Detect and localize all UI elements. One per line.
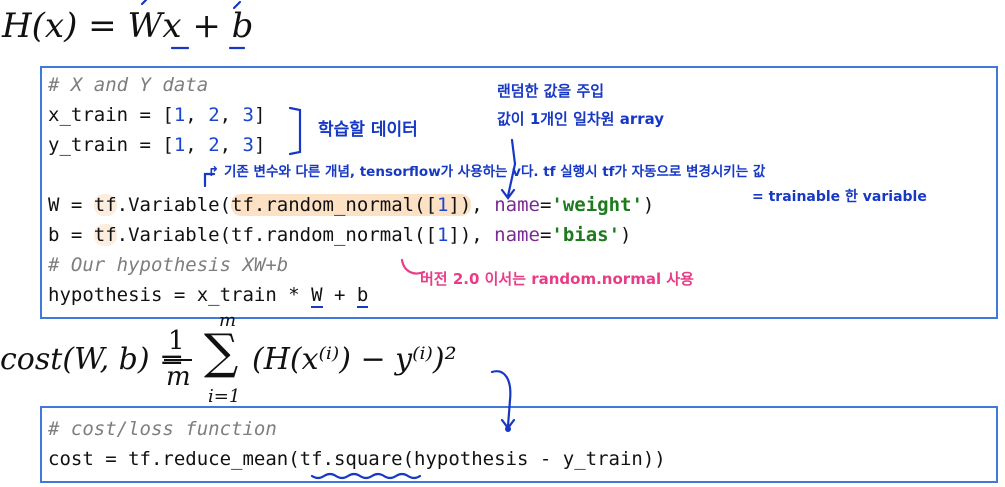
squiggle-tf-square [310,472,422,480]
arrow-to-cost-block [490,370,512,428]
bracket-variable-note [203,172,216,188]
arrow-to-w-icon [140,0,148,6]
arrow-random-value [506,138,517,198]
arrow-dot-icon [505,426,511,432]
pink-arrow-icon [400,258,426,275]
annotation-strokes [140,0,517,480]
arrow-to-b-icon [232,0,242,10]
bracket-training-data [288,106,302,156]
